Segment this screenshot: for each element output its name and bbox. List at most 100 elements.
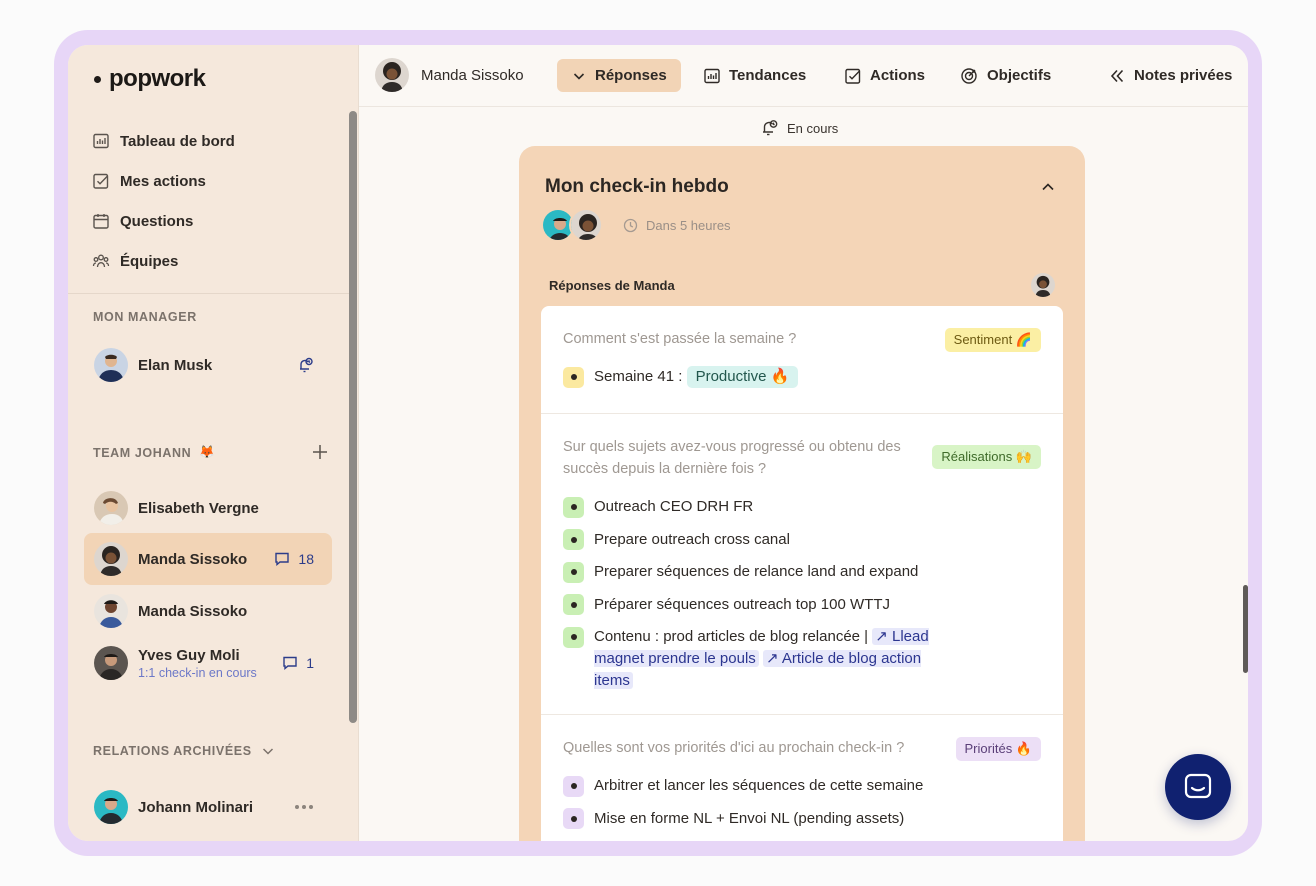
team-icon: [92, 252, 110, 270]
tab-actions[interactable]: Actions: [830, 59, 939, 92]
tab-trends[interactable]: Tendances: [689, 59, 820, 92]
bell-clock-icon: [300, 357, 313, 373]
chevron-up-icon: [1042, 183, 1054, 191]
logo-dot-icon: [94, 75, 101, 83]
sidebar-divider: [68, 293, 349, 294]
answer-text: Contenu : prod articles de blog relancée…: [594, 626, 964, 692]
question-block: Quelles sont vos priorités d'ici au proc…: [541, 715, 1063, 830]
avatar: [94, 348, 128, 382]
answer-row: Preparer séquences de relance land and e…: [563, 561, 1041, 583]
answer-list: Arbitrer et lancer les séquences de cett…: [563, 775, 1041, 830]
top-bar: Manda Sissoko Réponses Tendances Actions…: [359, 45, 1248, 107]
logo-text: popwork: [109, 65, 206, 92]
checkbox-icon: [845, 68, 861, 84]
sidebar-scrollbar[interactable]: [349, 111, 357, 723]
app-window: popwork Tableau de bord Mes actions Ques…: [68, 45, 1248, 841]
answers-card: Comment s'est passée la semaine ? Sentim…: [541, 306, 1063, 841]
tab-objectives[interactable]: Objectifs: [946, 59, 1065, 92]
question-text: Comment s'est passée la semaine ?: [563, 331, 797, 347]
top-user-name: Manda Sissoko: [421, 66, 524, 84]
answer-row: Préparer séquences outreach top 100 WTTJ: [563, 594, 1041, 616]
answer-list: Outreach CEO DRH FR Prepare outreach cro…: [563, 496, 1041, 692]
comment-icon: [283, 656, 297, 670]
tab-private-notes[interactable]: Notes privées: [1094, 59, 1246, 92]
avatar: [94, 542, 128, 576]
chevron-down-icon: [262, 748, 273, 755]
person-name: Elisabeth Vergne: [138, 499, 259, 517]
team-section-label: TEAM JOHANN 🦊: [93, 445, 215, 460]
checkbox-icon: [92, 172, 110, 190]
dashboard-icon: [92, 132, 110, 150]
avatar: [569, 208, 603, 242]
team-member-item-active[interactable]: Manda Sissoko 18: [84, 533, 332, 585]
manager-item[interactable]: Elan Musk: [84, 339, 332, 391]
nav-item-teams[interactable]: Équipes: [92, 241, 235, 281]
avatar: [94, 790, 128, 824]
double-chevron-left-icon: [1110, 69, 1124, 82]
answer-row: Prepare outreach cross canal: [563, 529, 1041, 551]
answer-text: Semaine 41 : Productive 🔥: [594, 366, 799, 388]
nav-item-questions[interactable]: Questions: [92, 201, 235, 241]
question-text: Sur quels sujets avez-vous progressé ou …: [563, 439, 901, 477]
bullet: [563, 775, 584, 797]
tab-label: Objectifs: [987, 67, 1052, 84]
tab-responses[interactable]: Réponses: [557, 59, 681, 92]
bullet: [563, 561, 584, 583]
person-name: Manda Sissoko: [138, 602, 248, 620]
answer-row: Arbitrer et lancer les séquences de cett…: [563, 775, 1041, 797]
bullet: [563, 366, 584, 388]
question-tag: Sentiment 🌈: [944, 328, 1041, 352]
nav-item-my-actions[interactable]: Mes actions: [92, 161, 235, 201]
question-tag: Priorités 🔥: [955, 737, 1041, 761]
answer-prefix: Contenu : prod articles de blog relancée…: [594, 628, 869, 645]
nav-item-label: Tableau de bord: [120, 132, 235, 150]
bell-clock-icon: [763, 120, 778, 136]
bullet: [563, 496, 584, 518]
main-scrollbar[interactable]: [1243, 585, 1248, 673]
nav-item-label: Questions: [120, 212, 194, 230]
comment-count[interactable]: 18: [274, 551, 314, 567]
comment-count-value: 18: [298, 551, 314, 567]
due-time: Dans 5 heures: [623, 218, 731, 233]
answer-text: Préparer séquences outreach top 100 WTTJ: [594, 595, 890, 613]
chat-button[interactable]: [1165, 754, 1231, 820]
person-text: Yves Guy Moli 1:1 check-in en cours: [128, 647, 257, 680]
collapse-button[interactable]: [1039, 178, 1057, 196]
bullet: [563, 594, 584, 615]
answer-text: Mise en forme NL + Envoi NL (pending ass…: [594, 809, 905, 827]
answer-text: Outreach CEO DRH FR: [594, 498, 754, 515]
nav-item-label: Mes actions: [120, 172, 206, 190]
team-emoji: 🦊: [199, 445, 216, 459]
status-label: En cours: [787, 120, 839, 136]
add-team-member-button[interactable]: [310, 442, 330, 462]
comment-count-value: 1: [306, 655, 314, 671]
logo[interactable]: popwork: [94, 65, 206, 93]
comment-count[interactable]: 1: [282, 655, 314, 671]
team-member-item[interactable]: Elisabeth Vergne: [84, 482, 332, 534]
checkin-title: Mon check-in hebdo: [545, 176, 729, 197]
person-name: Johann Molinari: [138, 798, 254, 816]
top-user[interactable]: Manda Sissoko: [375, 58, 524, 92]
answer-text: Preparer séquences de relance land and e…: [594, 563, 919, 580]
answer-row: Outreach CEO DRH FR: [563, 496, 1041, 518]
notification-bell[interactable]: [296, 356, 314, 374]
bullet: [563, 808, 584, 829]
answer-row: Contenu : prod articles de blog relancée…: [563, 626, 1041, 692]
question-block: Comment s'est passée la semaine ? Sentim…: [541, 306, 1063, 414]
nav-item-dashboard[interactable]: Tableau de bord: [92, 121, 235, 161]
more-options-button[interactable]: [294, 804, 314, 810]
avatar: [94, 594, 128, 628]
status-indicator: En cours: [759, 118, 838, 138]
archived-section-label[interactable]: RELATIONS ARCHIVÉES: [93, 743, 276, 759]
tab-label: Tendances: [729, 67, 807, 84]
team-member-item[interactable]: Manda Sissoko: [84, 585, 332, 637]
team-member-item[interactable]: Yves Guy Moli 1:1 check-in en cours 1: [84, 637, 332, 689]
archived-member-item[interactable]: Johann Molinari: [84, 781, 332, 833]
question-block: Sur quels sujets avez-vous progressé ou …: [541, 414, 1063, 715]
week-label: Semaine 41 :: [594, 368, 683, 385]
answer-row: Mise en forme NL + Envoi NL (pending ass…: [563, 808, 1041, 830]
avatar: [375, 58, 409, 92]
person-status: 1:1 check-in en cours: [138, 665, 257, 680]
question-tag: Réalisations 🙌: [932, 445, 1041, 469]
due-label: Dans 5 heures: [646, 218, 731, 233]
